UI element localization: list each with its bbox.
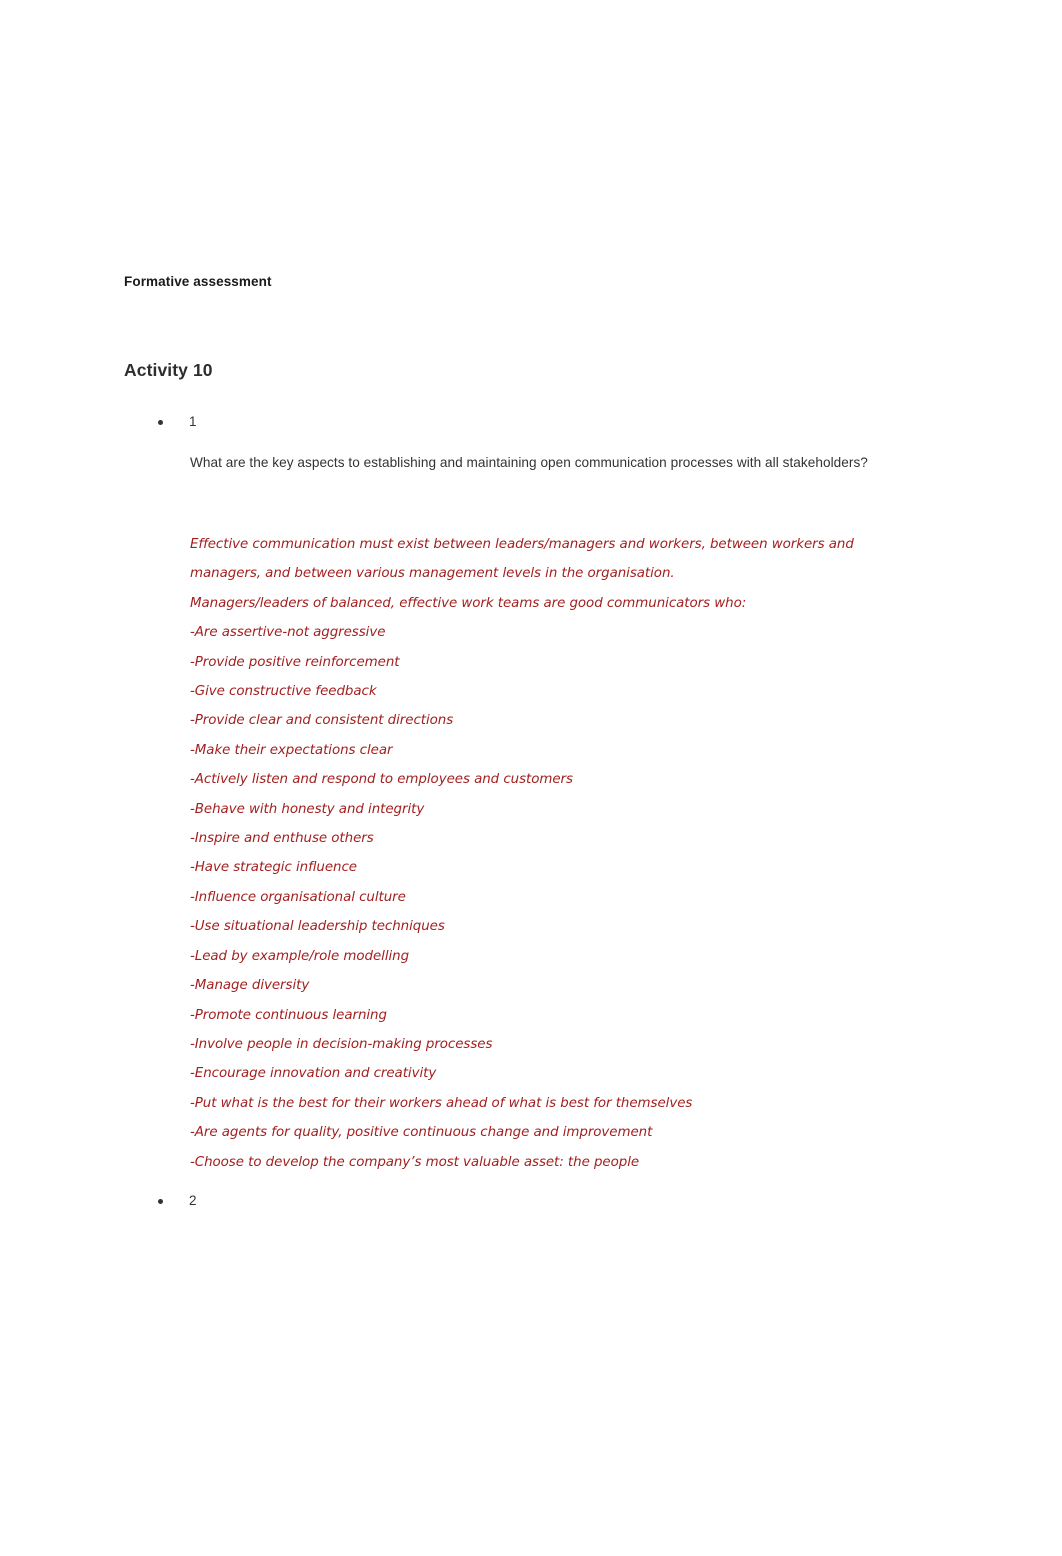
answer-point: -Encourage innovation and creativity xyxy=(190,1066,437,1082)
bullet-dot-icon xyxy=(158,420,163,425)
answer-intro-paragraph: Effective communication must exist betwe… xyxy=(190,537,858,582)
answer-point: -Influence organisational culture xyxy=(190,889,406,905)
question-text-1: What are the key aspects to establishing… xyxy=(190,455,868,470)
answer-point: -Involve people in decision-making proce… xyxy=(190,1036,493,1052)
answer-lead-in: Managers/leaders of balanced, effective … xyxy=(190,595,747,611)
answer-point: -Inspire and enthuse others xyxy=(190,831,374,847)
list-item-number: 2 xyxy=(189,1193,197,1208)
answer-point: -Have strategic influence xyxy=(190,860,357,876)
document-page: Formative assessment Activity 10 1 What … xyxy=(0,0,1062,1556)
answer-point: -Promote continuous learning xyxy=(190,1007,387,1023)
answer-point: -Choose to develop the company’s most va… xyxy=(190,1154,640,1170)
answer-point: -Are assertive-not aggressive xyxy=(190,625,386,641)
answer-point: -Actively listen and respond to employee… xyxy=(190,772,573,788)
bullet-dot-icon xyxy=(158,1199,163,1204)
answer-point: -Are agents for quality, positive contin… xyxy=(190,1125,653,1141)
list-item-number: 1 xyxy=(189,414,197,429)
answer-point: -Lead by example/role modelling xyxy=(190,948,410,964)
answer-point: -Use situational leadership techniques xyxy=(190,919,445,935)
document-title: Formative assessment xyxy=(124,274,272,289)
answer-point: -Provide positive reinforcement xyxy=(190,654,400,670)
bullet-row-1: 1 xyxy=(0,412,1062,434)
answer-point: -Make their expectations clear xyxy=(190,742,393,758)
answer-point: -Manage diversity xyxy=(190,978,310,994)
activity-heading: Activity 10 xyxy=(124,360,213,380)
list-item-1: 1 xyxy=(0,412,1062,434)
answer-block-1: Effective communication must exist betwe… xyxy=(190,530,902,1177)
answer-point: -Behave with honesty and integrity xyxy=(190,801,425,817)
bullet-row-2: 2 xyxy=(0,1191,1062,1213)
answer-point: -Give constructive feedback xyxy=(190,684,377,700)
list-item-2: 2 xyxy=(0,1191,1062,1213)
answer-point: -Provide clear and consistent directions xyxy=(190,713,454,729)
answer-point: -Put what is the best for their workers … xyxy=(190,1095,693,1111)
